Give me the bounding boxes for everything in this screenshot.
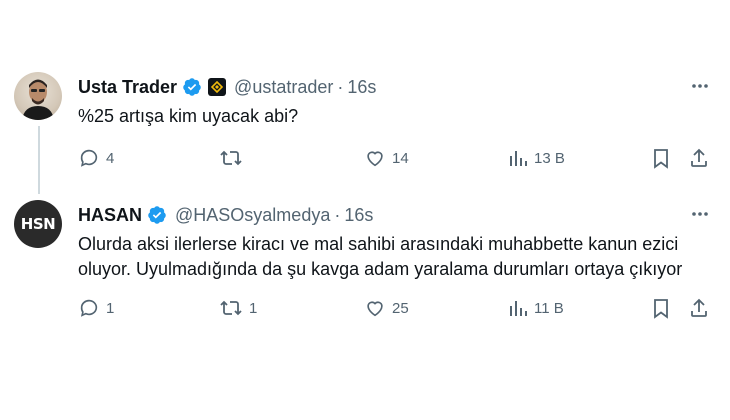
views-count: 13 B: [534, 149, 565, 167]
avatar[interactable]: HSN: [14, 200, 62, 248]
reply-button[interactable]: 1: [78, 290, 114, 326]
separator-dot: ·: [337, 76, 344, 97]
avatar-logo-text: HSN: [20, 215, 56, 233]
share-button[interactable]: [688, 290, 710, 326]
share-icon: [688, 297, 710, 319]
user-handle[interactable]: @ustatrader: [234, 77, 333, 98]
more-icon[interactable]: [690, 76, 710, 101]
tweet-actions: 1 1 25 11 B: [68, 290, 720, 326]
display-name[interactable]: Usta Trader: [78, 77, 177, 98]
retweet-count: 1: [249, 299, 258, 317]
reply-icon: [78, 147, 100, 169]
like-count: 14: [392, 149, 409, 167]
like-icon: [364, 297, 386, 319]
bookmark-button[interactable]: [651, 140, 671, 176]
reply-count: 1: [106, 299, 115, 317]
like-button[interactable]: 25: [364, 290, 409, 326]
timestamp[interactable]: 16s: [347, 77, 376, 98]
like-button[interactable]: 14: [364, 140, 409, 176]
thread-connector-line: [38, 126, 40, 194]
timestamp[interactable]: 16s: [344, 205, 373, 226]
tweet-header: HASAN @HASOsyalmedya · 16s: [78, 202, 373, 228]
views-button[interactable]: 11 B: [508, 290, 564, 326]
affiliate-badge-icon[interactable]: [208, 78, 227, 96]
verified-badge-icon: [182, 77, 202, 97]
reply-button[interactable]: 4: [78, 140, 114, 176]
bookmark-icon: [651, 297, 671, 319]
views-count: 11 B: [534, 299, 564, 317]
views-icon: [508, 147, 528, 169]
like-icon: [364, 147, 386, 169]
retweet-button[interactable]: [219, 140, 249, 176]
share-icon: [688, 147, 710, 169]
avatar[interactable]: [14, 72, 62, 120]
more-icon[interactable]: [690, 204, 710, 229]
user-handle[interactable]: @HASOsyalmedya: [175, 205, 330, 226]
tweet-header: Usta Trader @ustatrader · 16s: [78, 74, 376, 100]
tweet-text: %25 artışa kim uyacak abi?: [78, 106, 299, 126]
bookmark-icon: [651, 147, 671, 169]
tweet-text: Olurda aksi ilerlerse kiracı ve mal sahi…: [78, 234, 683, 279]
bookmark-button[interactable]: [651, 290, 671, 326]
retweet-icon: [219, 147, 243, 169]
like-count: 25: [392, 299, 409, 317]
reply-icon: [78, 297, 100, 319]
avatar-person-icon: [22, 79, 54, 120]
views-icon: [508, 297, 528, 319]
views-button[interactable]: 13 B: [508, 140, 565, 176]
separator-dot: ·: [334, 204, 341, 225]
reply-count: 4: [106, 149, 115, 167]
retweet-icon: [219, 297, 243, 319]
retweet-button[interactable]: 1: [219, 290, 257, 326]
display-name[interactable]: HASAN: [78, 205, 142, 226]
tweet-actions: 4 14 13 B: [68, 140, 720, 176]
share-button[interactable]: [688, 140, 710, 176]
verified-badge-icon: [147, 205, 167, 225]
